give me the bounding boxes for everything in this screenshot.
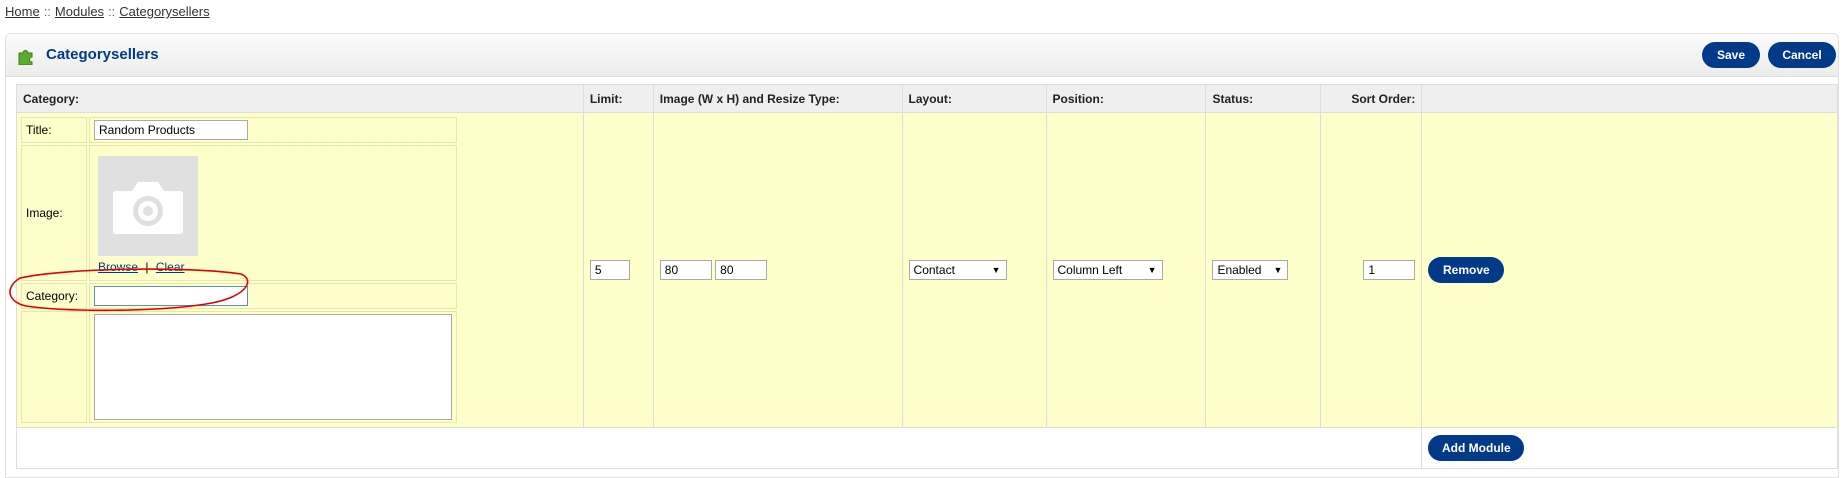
- cancel-button[interactable]: Cancel: [1768, 42, 1836, 68]
- header-layout: Layout:: [901, 84, 1047, 113]
- image-width-input[interactable]: [659, 260, 712, 280]
- image-height-input[interactable]: [715, 260, 768, 280]
- header-action: [1421, 84, 1838, 113]
- page-title: Categorysellers: [46, 46, 159, 63]
- add-module-button[interactable]: Add Module: [1428, 435, 1525, 461]
- sort-order-input[interactable]: [1363, 260, 1416, 280]
- header-category: Category:: [16, 84, 584, 113]
- action-cell: Remove: [1421, 112, 1838, 428]
- camera-icon[interactable]: [98, 156, 198, 256]
- status-select[interactable]: Enabled ▼: [1212, 260, 1289, 280]
- table-header-row: Category: Limit: Image (W x H) and Resiz…: [16, 84, 1838, 113]
- sort-order-cell: [1320, 112, 1423, 428]
- table-row: Title: Image:: [16, 112, 1838, 428]
- image-label: Image:: [21, 145, 87, 281]
- image-size-cell: [652, 112, 903, 428]
- red-circle-annotation: [9, 268, 249, 312]
- limit-input[interactable]: [589, 260, 630, 280]
- status-cell: Enabled ▼: [1205, 112, 1322, 428]
- header-sort-order: Sort Order:: [1320, 84, 1423, 113]
- breadcrumb-current[interactable]: Categorysellers: [119, 4, 209, 19]
- module-box: Categorysellers Save Cancel Category: Li…: [5, 33, 1839, 478]
- table-footer-row: Add Module: [15, 427, 1838, 469]
- footer-spacer: [15, 427, 1423, 469]
- layout-select[interactable]: Contact ▼: [908, 260, 1007, 280]
- layout-cell: Contact ▼: [901, 112, 1047, 428]
- limit-cell: [582, 112, 654, 428]
- footer-action-cell: Add Module: [1421, 427, 1838, 469]
- dropdown-arrow-icon: ▼: [1147, 265, 1157, 275]
- puzzle-piece-icon: [18, 50, 33, 65]
- header-position: Position:: [1045, 84, 1207, 113]
- position-select[interactable]: Column Left ▼: [1052, 260, 1163, 280]
- header-limit: Limit:: [582, 84, 654, 113]
- position-cell: Column Left ▼: [1045, 112, 1207, 428]
- dropdown-arrow-icon: ▼: [1273, 265, 1283, 275]
- header-status: Status:: [1205, 84, 1322, 113]
- spacer-cell: [21, 311, 87, 423]
- breadcrumb-separator: ::: [43, 4, 51, 19]
- category-list-textarea[interactable]: [94, 314, 452, 420]
- header-image: Image (W x H) and Resize Type:: [652, 84, 903, 113]
- image-cell: Browse | Clear: [89, 145, 457, 281]
- box-heading: Categorysellers Save Cancel: [6, 34, 1838, 77]
- dropdown-arrow-icon: ▼: [991, 265, 1001, 275]
- breadcrumb: Home:: Modules:: Categorysellers: [5, 4, 210, 19]
- breadcrumb-modules[interactable]: Modules: [55, 4, 104, 19]
- module-table: Category: Limit: Image (W x H) and Resiz…: [15, 84, 1838, 469]
- remove-button[interactable]: Remove: [1428, 257, 1505, 283]
- title-label: Title:: [21, 117, 87, 143]
- breadcrumb-home[interactable]: Home: [5, 4, 40, 19]
- title-input[interactable]: [94, 120, 248, 140]
- breadcrumb-separator: ::: [108, 4, 116, 19]
- save-button[interactable]: Save: [1702, 42, 1760, 68]
